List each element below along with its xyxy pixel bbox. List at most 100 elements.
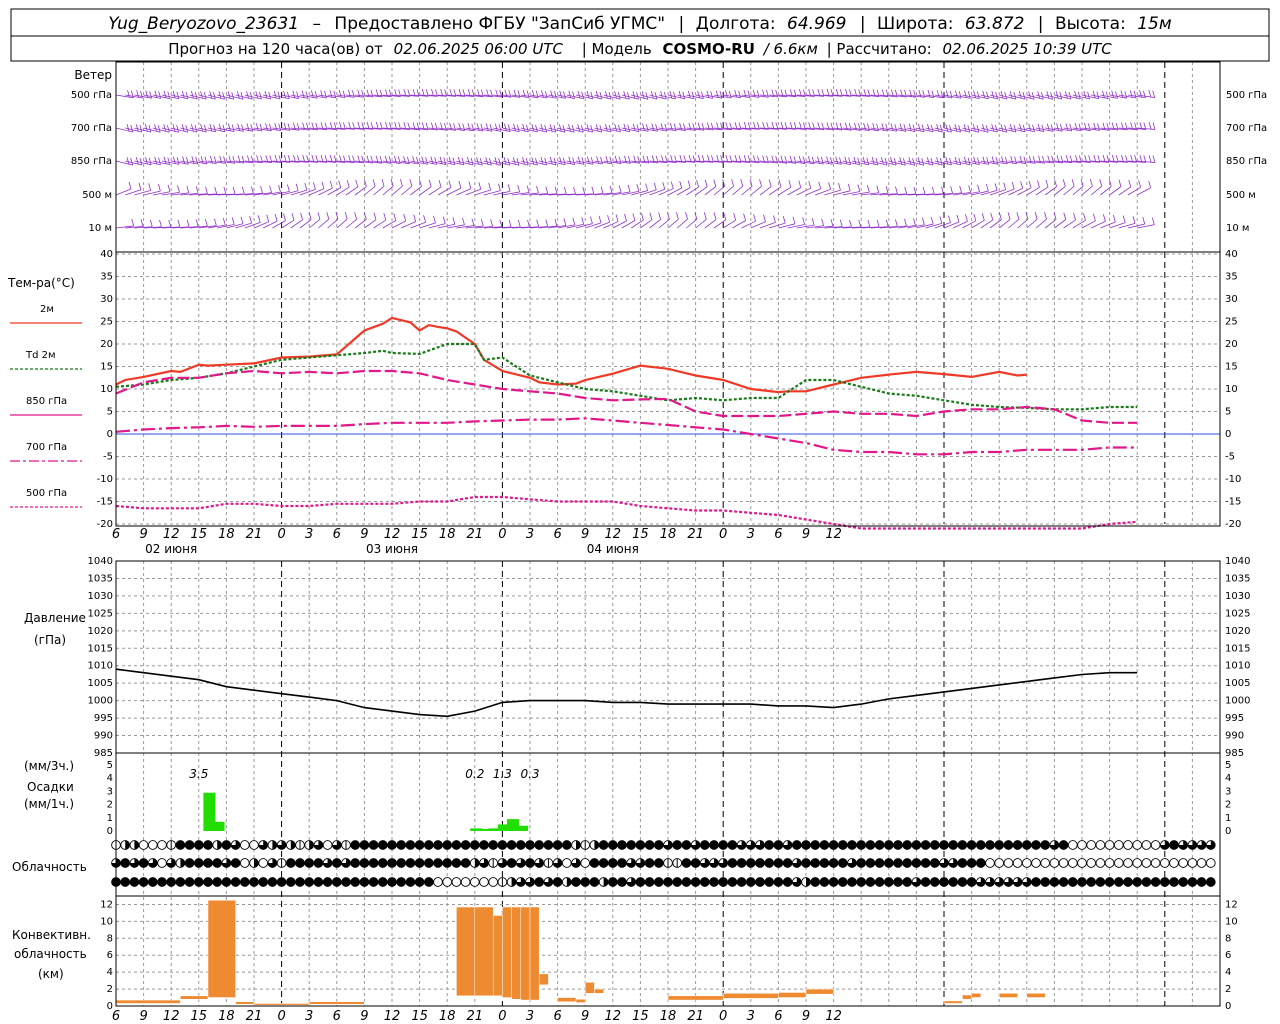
wind-barb-feather	[867, 219, 871, 228]
wind-barb-feather	[902, 158, 906, 166]
cloud-symbol	[203, 840, 213, 850]
cloud-symbol	[212, 840, 223, 850]
wind-barb	[971, 160, 989, 165]
wind-barb-feather	[609, 156, 613, 164]
wind-barb-feather	[624, 213, 627, 222]
cloud-symbol	[1095, 840, 1106, 850]
wind-barb-feather	[1004, 156, 1008, 165]
cloud-symbol	[193, 840, 204, 850]
wind-barb-feather	[1046, 91, 1050, 99]
cloud-symbol-fill	[921, 858, 930, 868]
x-tick-label: 6	[553, 527, 561, 542]
wind-barb-feather	[204, 219, 208, 227]
cloud-symbol-fill	[341, 877, 351, 887]
precip-annotation: 1.3	[493, 767, 512, 781]
cloud-symbol	[681, 877, 692, 887]
cloud-symbol	[883, 840, 894, 850]
wind-barb-feather	[568, 156, 572, 164]
wind-barb	[575, 94, 593, 100]
wind-barb-feather	[703, 212, 707, 220]
wind-barb-feather	[792, 216, 796, 224]
conv-cloud-bar	[594, 988, 604, 994]
cloud-symbol	[1086, 858, 1097, 868]
wind-barb-feather	[517, 219, 521, 228]
wind-barb-feather	[227, 91, 231, 99]
wind-barb-feather	[286, 91, 290, 99]
x-tick-label: 9	[360, 1009, 368, 1024]
cloud-symbol-fill	[654, 877, 664, 887]
cloud-symbol	[1150, 877, 1161, 887]
cloud-symbol	[1067, 840, 1078, 850]
y-tick-label-right: -10	[1225, 474, 1241, 485]
wind-barb-feather	[747, 90, 751, 98]
cloud-symbol	[994, 877, 1005, 887]
wind-barb	[1008, 127, 1026, 133]
cloud-symbol-fill	[1132, 877, 1142, 887]
wind-barb-feather	[636, 92, 639, 100]
wind-barb-feather	[190, 124, 194, 132]
conv-cloud-bar	[575, 998, 586, 1003]
wind-barb-feather	[163, 156, 167, 164]
wind-barb-feather	[544, 157, 548, 166]
wind-barb-feather	[494, 157, 498, 165]
wind-barb-feather	[687, 180, 691, 188]
cloud-symbol	[681, 840, 692, 850]
cloud-symbol-outline	[442, 877, 453, 887]
wind-barb	[980, 127, 998, 133]
x-tick-label: 9	[139, 1009, 147, 1024]
cloud-symbol	[368, 877, 379, 887]
wind-barb-feather	[959, 185, 963, 194]
cloud-symbol	[331, 858, 342, 868]
cloud-symbol	[1169, 840, 1179, 850]
cloud-symbol-fill	[1105, 877, 1114, 887]
wind-barb-feather	[950, 186, 953, 194]
wind-barb-feather	[658, 212, 661, 220]
y-tick-label-right: 3	[1225, 786, 1231, 797]
wind-barb	[180, 94, 198, 100]
conv-cloud-bar	[511, 906, 522, 1000]
wind-barb-feather	[986, 157, 990, 165]
wind-barb-feather	[295, 183, 299, 191]
cloud-symbol	[1095, 877, 1106, 887]
wind-barb-feather	[990, 212, 994, 221]
cloud-symbol	[994, 840, 1005, 850]
cloud-symbol	[948, 877, 959, 887]
wind-barb-feather	[512, 157, 516, 165]
cloud-symbol-fill	[755, 877, 765, 887]
wind-barb	[1118, 186, 1131, 196]
precip-bar-1h	[212, 821, 225, 831]
x-tick-label: 3	[747, 1009, 755, 1024]
wind-barb-feather	[696, 179, 699, 188]
wind-barb	[566, 160, 584, 165]
wind-barb-feather	[1089, 179, 1093, 187]
cloud-symbol	[543, 840, 554, 850]
wind-barb-feather	[1010, 156, 1014, 164]
precip-annotation: 3.5	[189, 767, 208, 781]
cloud-symbol-fill	[350, 858, 360, 868]
wind-barb	[971, 127, 989, 133]
wind-barb-feather	[725, 90, 728, 98]
cloud-symbol-fill	[507, 858, 516, 868]
wind-barb-feather	[329, 90, 333, 98]
cloud-symbol-fill	[1123, 877, 1133, 887]
wind-barb	[1045, 94, 1062, 100]
cloud-symbol	[157, 840, 167, 850]
cloud-symbol-fill	[884, 858, 894, 868]
cloud-symbol	[828, 877, 839, 887]
cloud-symbol	[175, 840, 186, 850]
cloud-symbol-fill	[912, 858, 921, 868]
wind-barb-feather	[1040, 92, 1044, 100]
cloud-symbol-fill	[369, 877, 378, 887]
wind-barb-feather	[246, 123, 250, 131]
wind-barb-feather	[1022, 92, 1026, 100]
cloud-symbol	[322, 877, 333, 887]
cloud-symbol-fill	[1031, 840, 1041, 850]
wind-barb	[180, 127, 198, 133]
cloud-symbol-fill	[314, 858, 323, 868]
wind-barb-feather	[504, 123, 507, 131]
wind-barb-feather	[890, 123, 894, 131]
wind-barb-feather	[1062, 179, 1066, 187]
cloud-symbol	[433, 858, 443, 868]
wind-barb-feather	[131, 218, 135, 227]
cloud-symbol	[745, 840, 756, 850]
